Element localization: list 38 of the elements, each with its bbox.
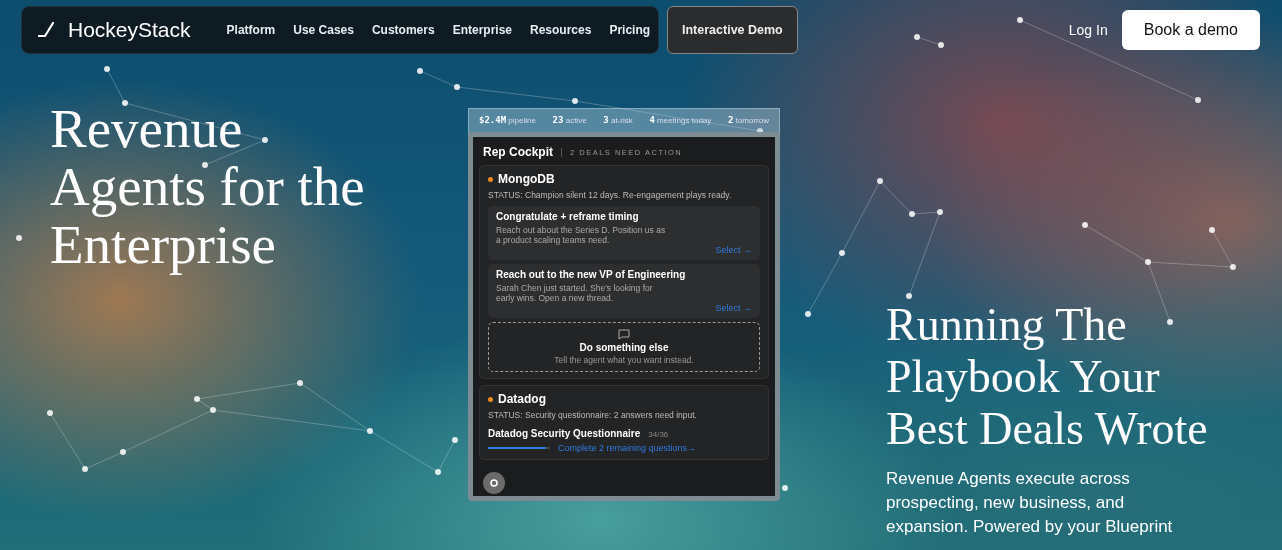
nav-link[interactable]: Enterprise xyxy=(452,23,512,37)
interactive-demo-button[interactable]: Interactive Demo xyxy=(667,6,798,54)
deal-name: Datadog xyxy=(498,392,546,406)
agent-avatar-icon xyxy=(483,472,505,494)
play-title: Congratulate + reframe timing xyxy=(496,211,639,222)
login-link[interactable]: Log In xyxy=(1068,22,1108,38)
task-count: 34/36 xyxy=(648,430,669,439)
nav-link[interactable]: Platform xyxy=(226,23,276,37)
deal-name: MongoDB xyxy=(498,172,555,186)
play-text: Sarah Chen just started. She's looking for early wins. Open a new thread. xyxy=(496,283,654,303)
task-title: Datadog Security Questionnaire xyxy=(488,428,641,439)
play-title: Reach out to the new VP of Engineering xyxy=(496,269,686,280)
deal-status: STATUS: Champion silent 12 days. Re-engagement plays ready. xyxy=(488,190,733,200)
custom-action-title: Do something else xyxy=(579,342,669,353)
nav-link[interactable]: Pricing xyxy=(609,23,651,37)
logo-text: HockeyStack xyxy=(68,18,191,42)
stat-text: 3 at-risk xyxy=(603,115,633,125)
stat-text: 23 active xyxy=(552,115,587,125)
nav-link[interactable]: Customers xyxy=(371,23,435,37)
stat-text: 2 tomorrow xyxy=(728,115,769,125)
feature-text: Revenue Agents execute across prospecting, new business, and expansion. Powered by your Blueprint xyxy=(886,468,1174,538)
complete-link[interactable]: Complete 2 remaining questions→ xyxy=(558,443,697,453)
nav-link[interactable]: Use Cases xyxy=(293,23,354,37)
book-demo-button[interactable]: Book a demo xyxy=(1121,10,1260,50)
play-card[interactable]: Congratulate + reframe timing Reach out about the Series D. Position us as a product scaling teams need. Select → xyxy=(488,206,760,260)
chat-icon xyxy=(618,329,630,340)
nav-link[interactable]: Resources xyxy=(530,23,592,37)
play-text: Reach out about the Series D. Position us as a product scaling teams need. xyxy=(496,225,667,245)
panel-title: Rep Cockpit xyxy=(483,145,553,159)
custom-action-card[interactable]: Do something else Tell the agent what you want instead. xyxy=(488,322,760,372)
stat-text: $2.4M pipeline xyxy=(479,115,536,125)
deal-status: STATUS: Security questionnaire: 2 answers need input. xyxy=(488,410,698,420)
feature-title: Running The Playbook Your Best Deals Wrote xyxy=(886,299,1209,455)
hockey-stick-icon xyxy=(38,21,56,39)
custom-action-text: Tell the agent what you want instead. xyxy=(554,355,694,365)
stat-text: 4 meetings today xyxy=(649,115,712,125)
play-card[interactable]: Reach out to the new VP of Engineering Sarah Chen just started. She's looking for early wins. Open a new thread. Select → xyxy=(488,264,760,318)
hero-title: Revenue Agents for the Enterprise xyxy=(50,100,366,277)
